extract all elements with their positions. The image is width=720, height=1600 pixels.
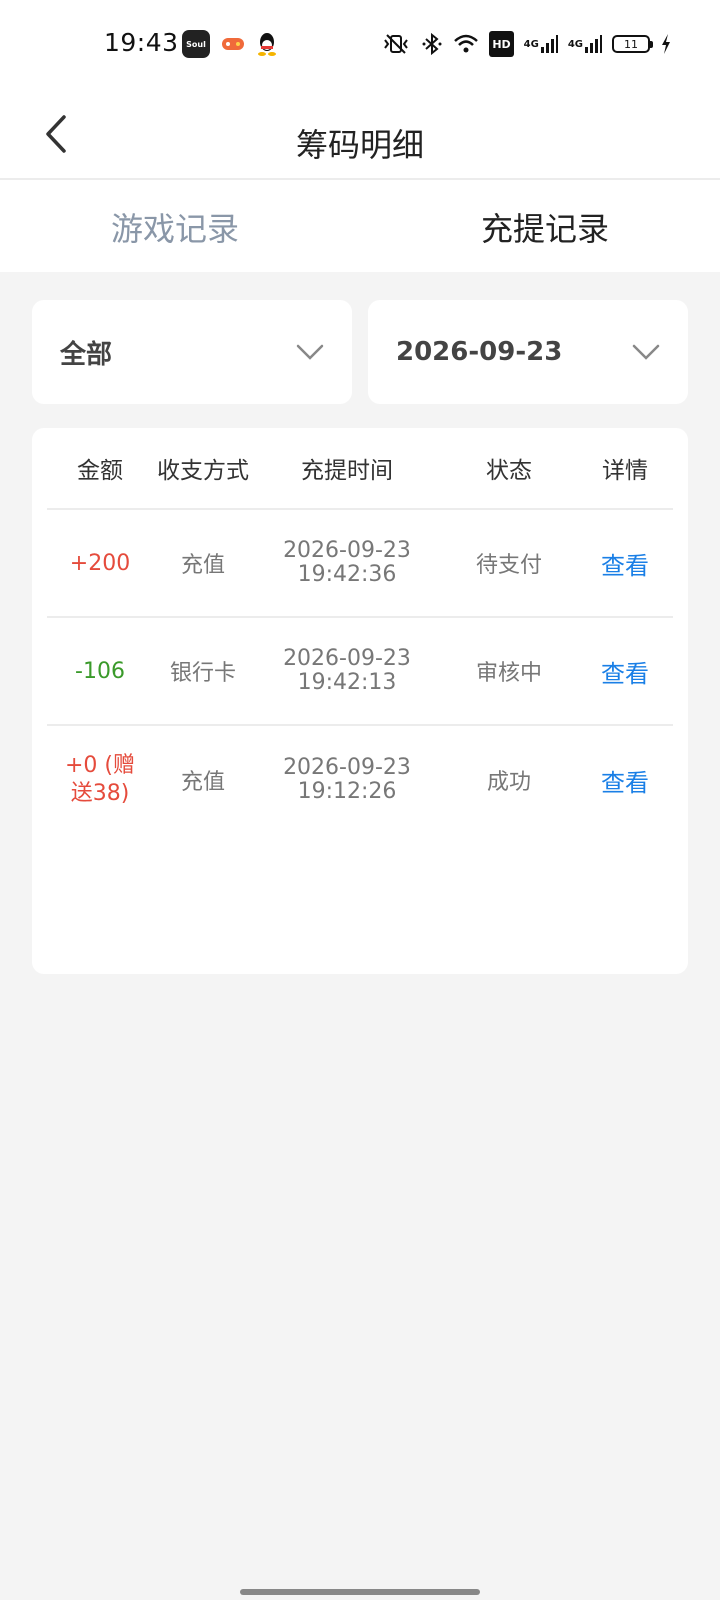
date-text: 2026-09-23 [283, 538, 411, 563]
amount-line-2: 送38) [70, 781, 130, 806]
view-detail-link[interactable]: 查看 [577, 654, 673, 689]
bluetooth-icon [421, 31, 443, 57]
records-table: 金额 收支方式 充提时间 状态 详情 +200 充值 2026-09-23 19… [32, 428, 688, 974]
status-cell: 待支付 [475, 553, 542, 578]
column-header-method: 收支方式 [157, 458, 249, 484]
wifi-icon [453, 31, 479, 57]
table-header-row: 金额 收支方式 充提时间 状态 详情 [47, 428, 673, 510]
type-filter-value: 全部 [60, 339, 113, 370]
time-cell: 2026-09-23 19:12:26 [253, 756, 441, 804]
date-text: 2026-09-23 [283, 646, 411, 671]
time-text: 19:42:36 [297, 562, 397, 587]
time-cell: 2026-09-23 19:42:36 [253, 539, 441, 587]
status-bar: 19:43 Soul HD 4G 4G 11 [0, 0, 720, 90]
amount-cell: -106 [75, 658, 125, 684]
charging-icon [660, 31, 672, 57]
method-cell: 充值 [180, 553, 225, 578]
record-tabs: 游戏记录 充提记录 [0, 182, 720, 272]
status-icons: HD 4G 4G 11 [381, 30, 672, 58]
qq-app-icon [253, 30, 281, 58]
amount-line-1: +0 (赠 [64, 753, 135, 778]
app-header: 筹码明细 [0, 90, 720, 180]
soul-app-icon: Soul [182, 30, 210, 58]
amount-cell: +0 (赠 送38) [47, 752, 153, 808]
time-text: 19:42:13 [297, 670, 397, 695]
table-row: +200 充值 2026-09-23 19:42:36 待支付 查看 [47, 510, 673, 618]
column-header-detail: 详情 [602, 458, 648, 484]
time-cell: 2026-09-23 19:42:13 [253, 647, 441, 695]
chevron-down-icon [296, 344, 324, 360]
method-cell: 银行卡 [169, 661, 236, 686]
view-detail-link[interactable]: 查看 [577, 763, 673, 798]
vibrate-mute-icon [381, 31, 411, 57]
table-row: -106 银行卡 2026-09-23 19:42:13 审核中 查看 [47, 618, 673, 726]
signal-icon-1: 4G [524, 31, 558, 57]
amount-cell: +200 [69, 550, 131, 576]
status-time: 19:43 [104, 28, 179, 57]
type-filter-dropdown[interactable]: 全部 [32, 300, 352, 404]
battery-icon: 11 [612, 35, 653, 53]
tab-recharge-records[interactable]: 充提记录 [360, 182, 720, 272]
column-header-status: 状态 [486, 458, 532, 484]
column-header-amount: 金额 [77, 458, 123, 484]
tab-game-records[interactable]: 游戏记录 [0, 182, 360, 272]
column-header-time: 充提时间 [301, 458, 393, 484]
signal-icon-2: 4G [568, 31, 602, 57]
chevron-down-icon [632, 344, 660, 360]
date-filter-dropdown[interactable]: 2026-09-23 [368, 300, 688, 404]
hd-icon: HD [489, 31, 514, 57]
date-filter-value: 2026-09-23 [396, 337, 563, 367]
home-indicator[interactable] [240, 1589, 480, 1595]
view-detail-link[interactable]: 查看 [577, 546, 673, 581]
status-cell: 成功 [486, 770, 531, 795]
page-title: 筹码明细 [295, 126, 424, 164]
time-text: 19:12:26 [297, 779, 397, 804]
table-row: +0 (赠 送38) 充值 2026-09-23 19:12:26 成功 查看 [47, 726, 673, 834]
method-cell: 充值 [180, 770, 225, 795]
date-text: 2026-09-23 [283, 755, 411, 780]
status-cell: 审核中 [475, 661, 542, 686]
game-app-icon [219, 30, 247, 58]
